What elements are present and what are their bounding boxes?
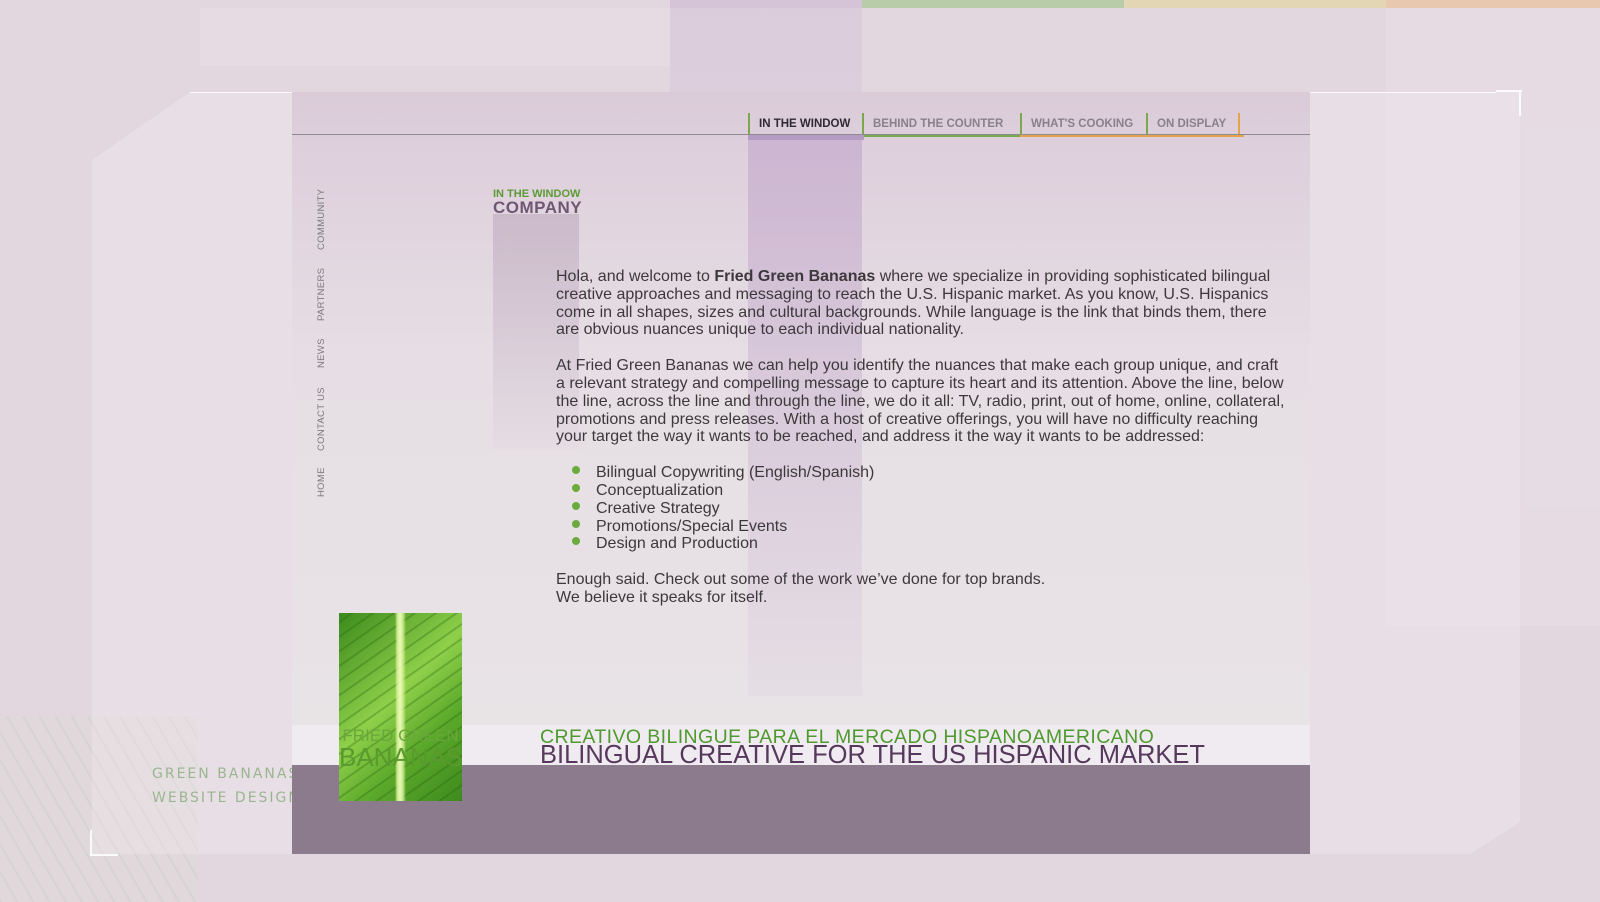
top-stripe-yellow	[1124, 0, 1386, 8]
tab-whats-cooking[interactable]: WHAT'S COOKING	[1020, 113, 1146, 134]
service-label: Promotions/Special Events	[596, 517, 788, 535]
caption-line1: GREEN BANANAS	[152, 766, 300, 782]
sidebar-link-contact-us[interactable]: CONTACT US	[316, 387, 327, 451]
list-item: Bilingual Copywriting (English/Spanish)	[572, 464, 1286, 482]
intro-text-start: Hola, and welcome to	[556, 268, 715, 285]
list-item: Design and Production	[572, 535, 1286, 553]
closing-line1: Enough said. Check out some of the work …	[556, 571, 1046, 589]
logo-text-line2: BANANAS	[339, 742, 464, 772]
list-item: Promotions/Special Events	[572, 517, 1286, 536]
sidebar-link-news[interactable]: NEWS	[316, 338, 327, 368]
top-stripe-orange	[1386, 0, 1600, 8]
bullet-icon	[572, 501, 580, 510]
brand-name: Fried Green Bananas	[714, 268, 876, 285]
sidebar-link-community[interactable]: COMMUNITY	[316, 189, 327, 250]
frame-line	[90, 854, 118, 856]
service-label: Conceptualization	[596, 481, 724, 499]
service-label: Design and Production	[596, 535, 758, 553]
bullet-icon	[572, 519, 580, 528]
service-label: Bilingual Copywriting (English/Spanish)	[596, 464, 875, 482]
top-nav: IN THE WINDOW BEHIND THE COUNTER WHAT'S …	[748, 113, 1240, 134]
website-mockup: IN THE WINDOW BEHIND THE COUNTER WHAT'S …	[292, 92, 1310, 854]
services-paragraph: At Fried Green Bananas we can help you i…	[556, 357, 1285, 446]
frame-line	[90, 830, 92, 856]
tab-behind-the-counter[interactable]: BEHIND THE COUNTER	[864, 113, 1020, 134]
tagline-english: BILINGUAL CREATIVE FOR THE US HISPANIC M…	[540, 741, 1206, 769]
sidebar-link-partners[interactable]: PARTNERS	[316, 268, 327, 321]
caption-line2: WEBSITE DESIGN	[152, 790, 301, 806]
list-item: Conceptualization	[572, 481, 1286, 500]
bullet-icon	[572, 537, 580, 546]
main-content: Hola, and welcome to Fried Green Bananas…	[556, 268, 1286, 625]
closing-line2: We believe it speaks for itself.	[556, 588, 768, 606]
tab-on-display[interactable]: ON DISPLAY	[1146, 113, 1240, 134]
sidebar-link-home[interactable]: HOME	[316, 467, 327, 497]
bullet-icon	[572, 483, 580, 492]
active-tab-underline	[748, 135, 864, 140]
list-item: Creative Strategy	[572, 499, 1286, 518]
background-block	[200, 8, 670, 66]
services-list: Bilingual Copywriting (English/Spanish) …	[556, 464, 1286, 553]
closing-paragraph: Enough said. Check out some of the work …	[556, 571, 1286, 607]
intro-paragraph: Hola, and welcome to Fried Green Bananas…	[556, 268, 1286, 339]
bullet-icon	[572, 466, 580, 475]
top-stripe-green	[862, 0, 1124, 8]
tab-underline	[1150, 135, 1244, 137]
service-label: Creative Strategy	[596, 499, 720, 517]
tab-underline	[1020, 135, 1150, 137]
section-title: COMPANY	[493, 198, 583, 217]
frame-line	[1519, 90, 1521, 116]
tab-in-the-window[interactable]: IN THE WINDOW	[748, 113, 864, 134]
